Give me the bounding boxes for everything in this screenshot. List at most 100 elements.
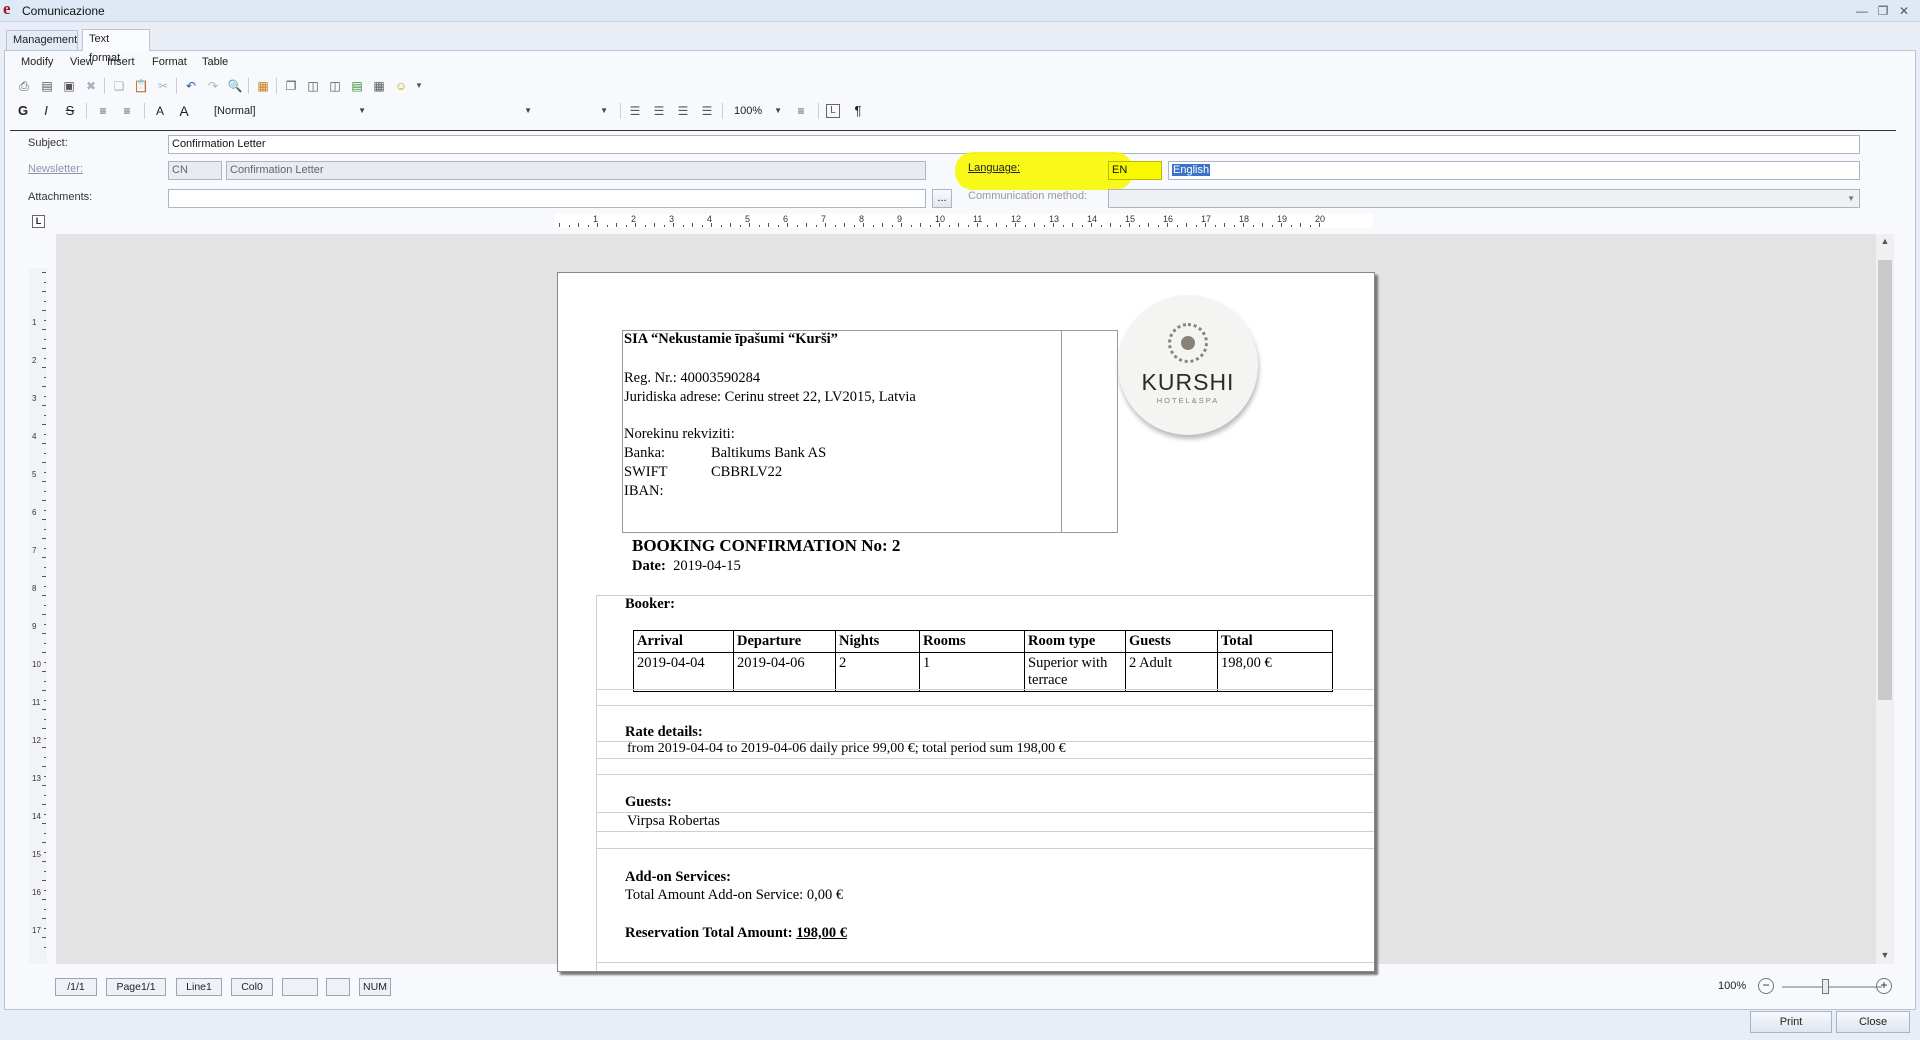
scroll-down-icon[interactable]: ▼ [1877,950,1893,960]
insert-image-icon[interactable]: ◫ [304,77,322,95]
ruler-tick [815,225,817,227]
ruler-tick [1024,225,1026,227]
ruler-number: 4 [707,214,713,224]
ruler-tick [42,500,46,501]
insert-chart-icon[interactable]: ▤ [348,77,366,95]
zoom-slider[interactable] [1782,986,1882,988]
ruler-tick [42,785,46,786]
ruler-tick [1062,225,1064,227]
horizontal-ruler[interactable]: 1 2 3 4 5 6 7 8 9 10 11 12 13 14 15 16 17 18 19 20 [555,214,1373,228]
redo-icon[interactable]: ↷ [204,77,222,95]
language-label[interactable]: Language: [968,162,1020,174]
ruler-tick [42,709,46,710]
newsletter-link[interactable]: Newsletter: [28,163,83,175]
style-select[interactable]: [Normal] ▼ [210,102,370,120]
insert-table-icon[interactable]: ▦ [370,77,388,95]
delete-icon[interactable]: ✖ [82,77,100,95]
ruler-number: 8 [32,584,37,593]
restore-icon[interactable]: ❐ [1874,3,1892,19]
close-button[interactable]: Close [1836,1011,1910,1033]
tab-management[interactable]: Management [6,30,78,50]
scroll-up-icon[interactable]: ▲ [1877,236,1893,246]
section-line [596,595,1374,596]
undo-icon[interactable]: ↶ [182,77,200,95]
paste-icon[interactable]: 📋 [132,77,150,95]
size-select[interactable]: ▼ [548,102,612,120]
emoji-icon[interactable]: ☺ [392,77,410,95]
ruler-tick [42,823,46,824]
emoji-dropdown-icon[interactable]: ▼ [410,77,428,95]
shrink-font-button[interactable]: A [152,102,168,120]
zoom-select[interactable]: 100% ▼ [730,102,786,120]
ruler-tick [44,870,46,872]
document-page[interactable]: SIA “Nekustamie īpašumi “Kurši” Reg. Nr.… [557,272,1375,972]
menu-modify[interactable]: Modify [21,56,53,68]
ruler-number: 9 [897,214,903,224]
align-right-icon[interactable]: ☰ [650,102,668,120]
cut-icon[interactable]: ✂ [154,77,172,95]
close-window-icon[interactable]: ✕ [1895,3,1913,19]
vertical-ruler[interactable]: 1 2 3 4 5 6 7 8 9 10 11 12 13 14 15 16 17 [29,268,47,964]
copy-icon[interactable]: ❏ [110,77,128,95]
menu-table[interactable]: Table [202,56,228,68]
tab-type-icon[interactable]: L [32,215,45,228]
bold-button[interactable]: G [15,102,31,120]
insert-field-icon[interactable]: ▦ [254,77,272,95]
ruler-tick [42,405,46,406]
bullet-list-icon[interactable]: ≡ [94,102,112,120]
ruler-tick [777,225,779,227]
font-select[interactable]: ▼ [380,102,536,120]
ruler-tick [44,927,46,929]
language-code-field[interactable]: EN [1108,161,1162,180]
page-box: Page1/1 [106,978,166,996]
attachments-input[interactable] [168,189,926,208]
save-icon[interactable]: ▣ [60,77,78,95]
align-justify-icon[interactable]: ☰ [698,102,716,120]
insert-page-icon[interactable]: ❐ [282,77,300,95]
booker-label: Booker: [625,596,675,612]
language-name-field[interactable]: English [1168,161,1860,180]
insert-picture-icon[interactable]: ◫ [326,77,344,95]
menu-view[interactable]: View [70,56,94,68]
find-icon[interactable]: 🔍 [226,77,244,95]
browse-attachments-button[interactable]: ... [932,189,952,208]
ruler-tick [996,223,997,227]
minimize-icon[interactable]: — [1853,3,1871,19]
scrollbar-thumb[interactable] [1878,260,1892,700]
ruler-tick [42,861,46,862]
menu-insert[interactable]: Insert [107,56,135,68]
print-icon[interactable]: ⎙ [15,77,33,95]
zoom-in-icon[interactable]: + [1876,978,1892,994]
ruler-tick [44,338,46,340]
grow-font-button[interactable]: A [176,102,192,120]
ruler-tick [42,386,46,387]
tab-stop-icon[interactable]: L [826,104,840,118]
comm-method-select[interactable]: ▼ [1108,189,1860,208]
tab-text-format[interactable]: Text format [82,29,150,64]
ruler-tick [44,699,46,701]
ruler-tick [578,223,579,227]
table-header-row: Arrival Departure Nights Rooms Room type… [633,630,1333,653]
zoom-slider-thumb[interactable] [1822,979,1829,994]
toolbar-separator [176,78,177,94]
numbered-list-icon[interactable]: ≡ [118,102,136,120]
ruler-tick [44,433,46,435]
italic-button[interactable]: I [38,102,54,120]
ruler-number: 7 [821,214,827,224]
menu-format[interactable]: Format [152,56,187,68]
logo-name: KURSHI [1141,369,1235,395]
strike-button[interactable]: S [62,102,78,120]
col-arrival: Arrival [633,630,734,653]
zoom-out-icon[interactable]: − [1758,978,1774,994]
align-left-icon[interactable]: ☰ [626,102,644,120]
align-center-icon[interactable]: ☰ [674,102,692,120]
print-button[interactable]: Print [1750,1011,1832,1033]
rate-details-label: Rate details: [625,724,703,740]
ruler-tick [834,225,836,227]
show-formatting-button[interactable]: ¶ [850,102,866,120]
ruler-tick [44,775,46,777]
print-preview-icon[interactable]: ▤ [38,77,56,95]
ruler-tick [42,538,46,539]
ruler-number: 14 [32,812,41,821]
outline-icon[interactable]: ≡ [792,102,810,120]
